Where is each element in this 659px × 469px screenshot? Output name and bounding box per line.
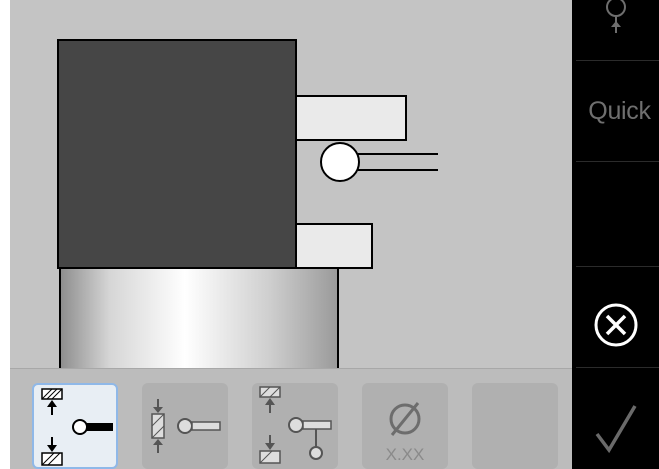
workpiece-with-probe-icon xyxy=(57,39,438,368)
tool-groove-between-surfaces[interactable] xyxy=(32,383,118,469)
cancel-button[interactable] xyxy=(572,267,659,367)
empty-tool-slot[interactable] xyxy=(472,383,558,469)
tool-rib-between-surfaces[interactable] xyxy=(142,383,228,469)
lower-tab xyxy=(295,223,373,269)
quick-label: Quick xyxy=(588,96,651,125)
cancel-circle-x-icon xyxy=(594,303,637,347)
upper-tab xyxy=(295,95,407,141)
confirm-button[interactable] xyxy=(572,368,659,469)
measurement-canvas xyxy=(10,0,572,368)
probe-ball xyxy=(320,142,360,182)
tool-groove-with-stylus[interactable] xyxy=(252,383,338,469)
probing-toolbar: X.XX xyxy=(10,368,572,469)
cylinder-base xyxy=(60,268,338,368)
empty-side-button[interactable] xyxy=(572,162,659,266)
probe-groove-between-surfaces-icon xyxy=(41,388,113,466)
probe-tip-button[interactable] xyxy=(572,0,659,60)
probe-setup-screen: X.XX Quick xyxy=(10,0,659,469)
diameter-value-label: X.XX xyxy=(385,445,425,464)
probe-rib-between-surfaces-icon xyxy=(151,399,221,453)
side-panel: Quick xyxy=(572,0,659,469)
workpiece-block xyxy=(57,39,297,269)
tool-diameter[interactable]: X.XX xyxy=(362,383,448,469)
probe-groove-with-stylus-icon xyxy=(259,386,332,464)
probe-tip-icon xyxy=(605,0,626,33)
quick-button[interactable]: Quick xyxy=(572,61,659,161)
checkmark-icon xyxy=(595,404,637,453)
